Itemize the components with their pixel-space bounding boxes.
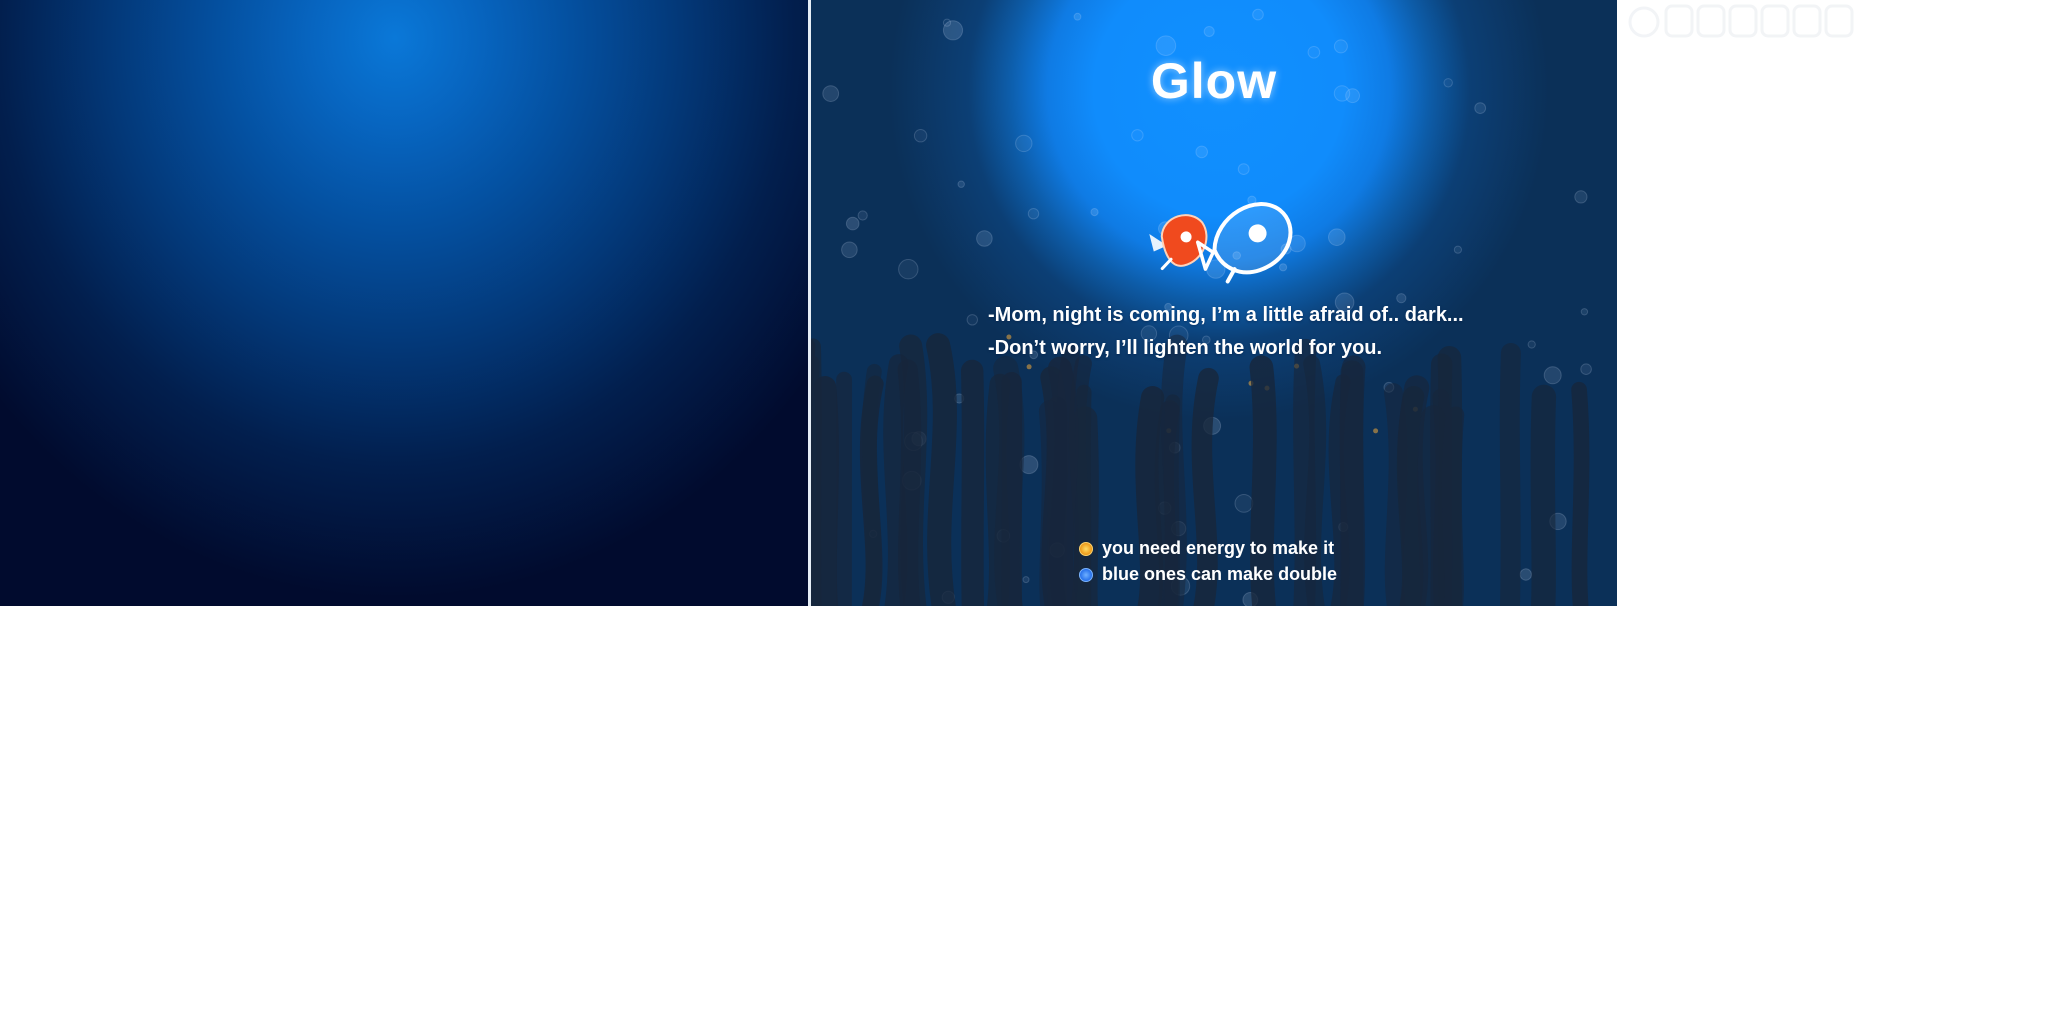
dialog-line-mother: -Don’t worry, I’ll lighten the world for… (988, 337, 1383, 359)
baby-fish-icon (1149, 214, 1208, 271)
energy-orb-icon (1079, 541, 1093, 556)
legend-blue-label: blue ones can make double (1102, 564, 1338, 584)
legend-blue-row: blue ones can make double (1079, 564, 1337, 585)
dialog-line-child: -Mom, night is coming, I’m a little afra… (988, 304, 1464, 326)
faint-sprite-strip (1628, 4, 1854, 38)
game-screen[interactable]: Glow -Mom, night is coming, I’m a little… (811, 0, 1617, 606)
legend-energy-label: you need energy to make it (1102, 538, 1335, 558)
legend-energy-row: you need energy to make it (1079, 538, 1334, 559)
mother-fish-icon (1195, 202, 1293, 284)
blue-orb-icon (1079, 567, 1093, 582)
background-texture-panel (0, 0, 808, 606)
fish-characters (1149, 202, 1293, 284)
